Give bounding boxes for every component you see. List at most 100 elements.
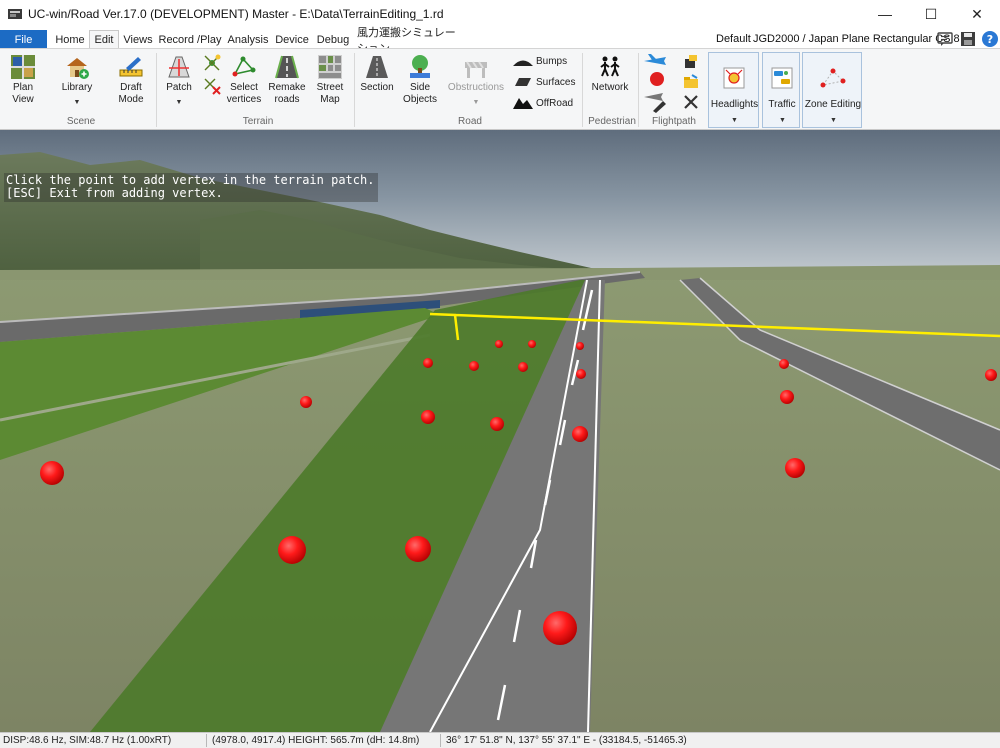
select-vertices-button[interactable]: Select vertices: [225, 54, 263, 106]
obstructions-label: Obstructions: [447, 82, 505, 93]
bumps-label: Bumps: [536, 55, 568, 67]
obstructions-button[interactable]: Obstructions ▼: [446, 54, 506, 109]
offroad-label: OffRoad: [536, 97, 574, 109]
headlights-button[interactable]: Headlights ▼: [708, 52, 759, 128]
obstructions-dropdown-arrow[interactable]: ▼: [446, 97, 506, 109]
terrain-vertex[interactable]: [572, 426, 588, 442]
network-label: Network: [591, 82, 629, 93]
tab-home[interactable]: Home: [52, 31, 88, 49]
side-objects-label-1: Side: [409, 82, 430, 93]
library-button[interactable]: Library ▼: [57, 54, 97, 109]
tab-analysis[interactable]: Analysis: [226, 31, 270, 49]
zone-editing-icon: [820, 68, 846, 88]
headlights-icon: [723, 67, 745, 89]
section-label: Section: [360, 82, 394, 93]
street-map-button[interactable]: Street Map: [312, 54, 348, 106]
headlights-dropdown-arrow[interactable]: ▼: [731, 117, 738, 124]
terrain-vertex[interactable]: [300, 396, 312, 408]
draft-mode-button[interactable]: Draft Mode: [113, 54, 149, 106]
section-button[interactable]: Section: [359, 54, 395, 94]
status-separator: [440, 734, 441, 747]
3d-viewport[interactable]: Click the point to add vertex in the ter…: [0, 130, 1000, 732]
view-preset[interactable]: Default: [716, 33, 751, 45]
flightpath-delete-icon[interactable]: [683, 94, 699, 110]
coordinate-system[interactable]: JGD2000 / Japan Plane Rectangular CS 8: [753, 33, 960, 45]
bumps-button[interactable]: Bumps: [513, 55, 567, 67]
zone-editing-dropdown-arrow[interactable]: ▼: [830, 117, 837, 124]
tab-record-play[interactable]: Record /Play: [158, 31, 222, 49]
status-frame-rates: DISP:48.6 Hz, SIM:48.7 Hz (1.00xRT): [3, 735, 172, 746]
tab-file[interactable]: File: [0, 30, 47, 49]
surfaces-icon: [515, 78, 531, 86]
tab-edit[interactable]: Edit: [89, 30, 119, 49]
instruction-overlay: Click the point to add vertex in the ter…: [4, 173, 379, 202]
zone-editing-label: Zone Editing: [804, 99, 862, 110]
terrain-vertex[interactable]: [779, 359, 789, 369]
terrain-vertex[interactable]: [518, 362, 528, 372]
terrain-vertex[interactable]: [490, 417, 504, 431]
status-position-height: (4978.0, 4917.4) HEIGHT: 565.7m (dH: 14.…: [212, 735, 420, 746]
side-objects-button[interactable]: Side Objects: [400, 54, 440, 106]
patch-button[interactable]: Patch ▼: [162, 54, 196, 109]
terrain-vertex[interactable]: [543, 611, 577, 645]
traffic-button[interactable]: Traffic ▼: [762, 52, 800, 128]
tab-device[interactable]: Device: [273, 31, 311, 49]
bumps-icon: [513, 60, 533, 66]
side-objects-label-2: Objects: [403, 94, 437, 105]
flightpath-copy-icon[interactable]: [683, 54, 699, 70]
patch-dropdown-arrow[interactable]: ▼: [162, 97, 196, 109]
library-icon: [67, 58, 89, 79]
delete-vertex-icon[interactable]: [203, 77, 221, 95]
terrain-scene[interactable]: [0, 130, 1000, 732]
close-button[interactable]: ✕: [954, 0, 1000, 28]
terrain-vertex[interactable]: [780, 390, 794, 404]
terrain-vertex[interactable]: [495, 340, 503, 348]
terrain-vertex[interactable]: [405, 536, 431, 562]
terrain-group-label: Terrain: [242, 116, 274, 127]
terrain-vertex[interactable]: [576, 369, 586, 379]
scene-group-label: Scene: [66, 116, 96, 127]
ribbon-separator: [156, 53, 157, 127]
tab-debug[interactable]: Debug: [314, 31, 352, 49]
tab-wind-simulation[interactable]: 風力運搬シミュレーション: [357, 27, 457, 55]
app-icon[interactable]: [8, 7, 22, 21]
zone-editing-button[interactable]: Zone Editing ▼: [802, 52, 862, 128]
terrain-vertex[interactable]: [985, 369, 997, 381]
ribbon-panel: Plan View Library ▼ Draft Mode Scene Pat…: [0, 48, 1000, 130]
network-button[interactable]: Network: [588, 54, 632, 94]
terrain-vertex[interactable]: [421, 410, 435, 424]
terrain-vertex[interactable]: [423, 358, 433, 368]
terrain-vertex[interactable]: [576, 342, 584, 350]
patch-icon: [168, 56, 190, 78]
terrain-vertex[interactable]: [785, 458, 805, 478]
plan-view-icon: [11, 55, 35, 79]
surfaces-button[interactable]: Surfaces: [513, 76, 575, 88]
flightpath-folder-icon[interactable]: [683, 74, 699, 90]
status-separator: [206, 734, 207, 747]
tab-views[interactable]: Views: [121, 31, 155, 49]
headlights-label: Headlights: [710, 99, 759, 110]
remake-roads-button[interactable]: Remake roads: [267, 54, 307, 106]
status-geo-coordinates: 36° 17' 51.8" N, 137° 55' 37.1" E - (331…: [446, 735, 687, 746]
plan-view-button[interactable]: Plan View: [6, 54, 40, 106]
ribbon-separator: [354, 53, 355, 127]
terrain-vertex[interactable]: [528, 340, 536, 348]
flightpath-record-icon[interactable]: [649, 71, 665, 87]
library-dropdown-arrow[interactable]: ▼: [57, 97, 97, 109]
minimize-button[interactable]: —: [862, 0, 908, 28]
traffic-dropdown-arrow[interactable]: ▼: [779, 117, 786, 124]
help-icon[interactable]: ?: [981, 30, 999, 48]
save-icon[interactable]: [959, 30, 977, 48]
add-vertex-icon[interactable]: [203, 54, 221, 72]
street-map-label-1: Street: [316, 82, 344, 93]
flightpath-edit-icon[interactable]: [643, 89, 667, 113]
terrain-vertex[interactable]: [278, 536, 306, 564]
maximize-button[interactable]: ☐: [908, 0, 954, 28]
offroad-button[interactable]: OffRoad: [513, 96, 573, 110]
comment-icon[interactable]: [936, 30, 954, 48]
flightpath-plane-icon[interactable]: [643, 53, 667, 69]
side-objects-icon: [410, 55, 430, 78]
terrain-vertex[interactable]: [40, 461, 64, 485]
terrain-vertex[interactable]: [469, 361, 479, 371]
draft-mode-label-2: Mode: [118, 94, 144, 105]
